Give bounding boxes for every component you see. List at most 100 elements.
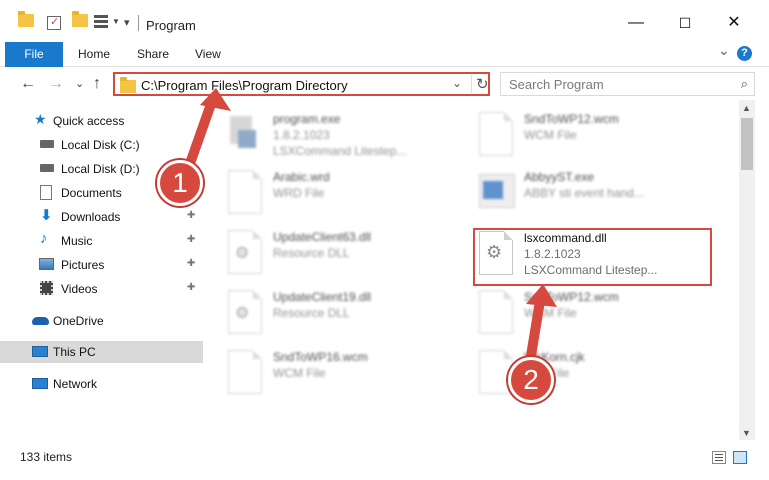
scroll-down-icon[interactable]: ▼ <box>742 428 751 438</box>
file-detail: LSXCommand Litestep... <box>273 144 407 158</box>
search-input[interactable]: Search Program ⌕ <box>500 72 755 96</box>
pictures-icon <box>39 258 54 270</box>
sidebar-item-label: OneDrive <box>53 314 104 328</box>
drive-icon <box>40 140 54 148</box>
list-item[interactable]: Arabic.wrd WRD File <box>228 170 468 226</box>
scroll-up-icon[interactable]: ▲ <box>742 103 751 113</box>
address-path: C:\Program Files\Program Directory <box>141 78 348 93</box>
file-detail: WCM File <box>524 306 577 320</box>
sidebar-item-network[interactable]: Network <box>0 373 203 395</box>
vertical-scrollbar[interactable]: ▲ ▼ <box>739 100 755 440</box>
tab-view[interactable]: View <box>195 47 221 61</box>
customize-view-icon[interactable] <box>94 15 110 29</box>
exe-icon <box>228 116 260 154</box>
ribbon-tabs: File Home Share View ⌄ <box>0 40 769 67</box>
tab-file[interactable]: File <box>5 42 63 67</box>
sidebar-item-label: Documents <box>61 186 122 200</box>
app-window-icon <box>479 174 515 208</box>
sidebar-item-videos[interactable]: Videos ✚ <box>0 278 203 300</box>
documents-icon <box>40 185 52 200</box>
file-detail: WRD File <box>273 186 325 200</box>
step-1-badge: 1 <box>157 160 203 206</box>
file-detail: WCM File <box>273 366 326 380</box>
sidebar-item-label: Local Disk (C:) <box>61 138 140 152</box>
file-detail: WCM File <box>524 128 577 142</box>
refresh-button[interactable]: ↻ <box>471 75 489 93</box>
file-detail: ABBY sti event hand... <box>524 186 644 200</box>
tab-home[interactable]: Home <box>78 47 110 61</box>
help-icon[interactable]: ? <box>737 46 752 61</box>
minimize-button[interactable]: — <box>613 8 659 40</box>
scroll-thumb[interactable] <box>741 118 753 170</box>
list-item[interactable]: ⚙ UpdateClient19.dll Resource DLL <box>228 290 468 346</box>
sidebar-item-music[interactable]: ♪ Music ✚ <box>0 230 203 252</box>
sidebar-item-label: Local Disk (D:) <box>61 162 140 176</box>
file-name: UpdateClient63.dll <box>273 230 372 244</box>
up-button[interactable]: ↑ <box>93 75 101 93</box>
music-icon: ♪ <box>40 230 48 247</box>
dropdown-icon[interactable]: ▼ <box>112 17 120 33</box>
item-count: 133 items <box>20 450 73 464</box>
sidebar-item-label: This PC <box>53 345 96 359</box>
maximize-button[interactable]: ☐ <box>662 8 708 40</box>
videos-icon <box>40 281 53 295</box>
sidebar-item-label: Network <box>53 377 98 391</box>
large-icons-view-icon[interactable] <box>733 451 747 464</box>
address-bar[interactable]: C:\Program Files\Program Directory ⌄ ↻ <box>113 72 490 96</box>
folder-icon <box>18 11 34 30</box>
sidebar-item-pictures[interactable]: Pictures ✚ <box>0 254 203 276</box>
sidebar-item-label: Downloads <box>61 210 121 224</box>
chevron-down-icon[interactable]: ⌄ <box>452 76 462 90</box>
forward-button[interactable]: → <box>48 75 64 93</box>
details-view-icon[interactable] <box>712 451 726 464</box>
list-item[interactable]: SndToWP12.wcm WCM File <box>479 290 719 346</box>
folder-icon <box>120 77 136 93</box>
sidebar-item-label: Pictures <box>61 258 105 272</box>
file-highlight-box <box>473 228 712 286</box>
pin-icon: ✚ <box>187 258 196 269</box>
pin-icon: ✚ <box>187 234 196 245</box>
star-icon: ★ <box>34 111 47 127</box>
sidebar-item-downloads[interactable]: ⬇ Downloads ✚ <box>0 206 203 228</box>
computer-icon <box>32 346 48 357</box>
qat-customize-icon[interactable]: ▾ <box>124 16 130 32</box>
pin-icon: ✚ <box>187 210 196 221</box>
list-item[interactable]: program.exe 1.8.2.1023 LSXCommand Litest… <box>228 112 468 168</box>
navigation-pane: ★ Quick access Local Disk (C:) Local Dis… <box>0 100 203 440</box>
file-name: SndToWP12.wcm <box>524 112 619 126</box>
sidebar-item-onedrive[interactable]: OneDrive <box>0 310 203 332</box>
dll-icon: ⚙ <box>228 230 262 274</box>
list-item[interactable]: ⚙ UpdateClient63.dll Resource DLL <box>228 230 468 286</box>
search-icon: ⌕ <box>740 76 748 91</box>
close-button[interactable]: ✕ <box>711 8 757 40</box>
step-2-badge: 2 <box>508 357 554 403</box>
new-folder-icon[interactable] <box>72 11 88 30</box>
tab-share[interactable]: Share <box>137 47 169 61</box>
title-separator <box>138 15 139 31</box>
sidebar-item-local-disk-c[interactable]: Local Disk (C:) <box>0 134 203 156</box>
sidebar-item-label: Quick access <box>53 114 125 128</box>
title-bar: ✓ ▼ ▾ Program — ☐ ✕ <box>0 0 769 40</box>
expand-ribbon-icon[interactable]: ⌄ <box>718 42 730 59</box>
file-detail: 1.8.2.1023 <box>273 128 330 142</box>
sidebar-item-this-pc[interactable]: This PC <box>0 341 203 363</box>
back-button[interactable]: ← <box>20 75 36 93</box>
file-name: SndToWP12.wcm <box>524 290 619 304</box>
sidebar-item-quick-access[interactable]: ★ Quick access <box>0 110 203 132</box>
list-item[interactable]: AbbyyST.exe ABBY sti event hand... <box>479 170 719 226</box>
file-icon <box>479 290 513 334</box>
file-name: UpdateClient19.dll <box>273 290 372 304</box>
list-item[interactable]: SndToWP16.wcm WCM File <box>228 350 468 406</box>
pin-icon: ✚ <box>187 282 196 293</box>
file-detail: Resource DLL <box>273 246 350 260</box>
dll-icon: ⚙ <box>228 290 262 334</box>
sidebar-item-label: Videos <box>61 282 98 296</box>
file-name: program.exe <box>273 112 341 126</box>
recent-locations-button[interactable]: ⌄ <box>75 77 84 90</box>
properties-icon[interactable]: ✓ <box>47 16 61 30</box>
network-icon <box>32 378 48 389</box>
file-name: AbbyyST.exe <box>524 170 595 184</box>
window-title: Program <box>146 18 196 33</box>
search-placeholder: Search Program <box>509 77 604 92</box>
list-item[interactable]: SndToWP12.wcm WCM File <box>479 112 719 168</box>
